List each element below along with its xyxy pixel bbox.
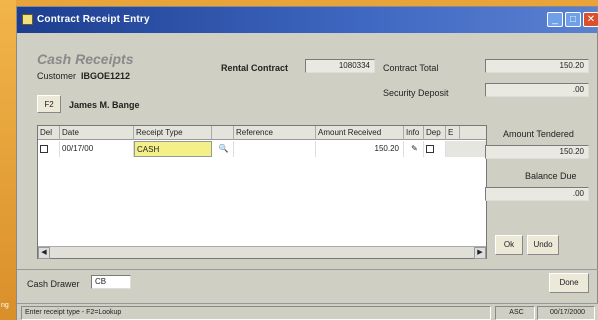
customer-name: James M. Bange — [69, 100, 140, 110]
minimize-icon[interactable]: _ — [547, 12, 563, 27]
window-title: Contract Receipt Entry — [37, 14, 150, 25]
rental-contract-field[interactable]: 1080334 — [305, 59, 375, 73]
customer-id: IBGOE1212 — [81, 71, 131, 81]
column-header-reference[interactable]: Reference — [234, 126, 316, 140]
column-header-receipt-type[interactable]: Receipt Type — [134, 126, 212, 140]
desktop-background — [0, 0, 16, 320]
del-checkbox[interactable] — [40, 144, 48, 153]
undo-button[interactable]: Undo — [527, 235, 559, 255]
contract-total-field: 150.20 — [485, 59, 589, 73]
status-mode: ASC — [495, 306, 535, 320]
del-checkbox-cell[interactable] — [38, 141, 60, 157]
amount-received-cell[interactable]: 150.20 — [316, 141, 404, 157]
info-note-icon[interactable]: ✎ — [404, 141, 424, 157]
column-header-info[interactable]: Info — [404, 126, 424, 140]
status-bar: Enter receipt type - F2=Lookup ASC 00/17… — [17, 303, 598, 320]
column-header-del[interactable]: Del — [38, 126, 60, 140]
cash-drawer-input[interactable]: CB — [91, 275, 131, 289]
contract-receipt-window: Contract Receipt Entry _ □ ✕ Cash Receip… — [16, 6, 598, 320]
customer-lookup-button[interactable]: F2 — [37, 95, 61, 113]
date-cell[interactable]: 00/17/00 — [60, 141, 134, 157]
horizontal-scrollbar[interactable]: ◀ ▶ — [38, 246, 486, 259]
page-title: Cash Receipts — [37, 51, 134, 67]
status-message: Enter receipt type - F2=Lookup — [21, 306, 491, 320]
grid-header: Del Date Receipt Type Reference Amount R… — [38, 126, 486, 140]
e-cell — [446, 141, 486, 157]
dep-checkbox[interactable] — [426, 144, 434, 153]
app-icon — [22, 14, 33, 25]
scroll-left-icon[interactable]: ◀ — [38, 247, 50, 259]
amount-tendered-label: Amount Tendered — [503, 129, 574, 139]
maximize-icon[interactable]: □ — [565, 12, 581, 27]
balance-due-field: .00 — [485, 187, 589, 201]
column-header-lookup — [212, 126, 234, 140]
column-header-amount-received[interactable]: Amount Received — [316, 126, 404, 140]
footer-divider — [17, 269, 598, 270]
dep-checkbox-cell[interactable] — [424, 141, 446, 157]
search-icon[interactable]: 🔍 — [212, 141, 234, 157]
receipts-grid: Del Date Receipt Type Reference Amount R… — [37, 125, 487, 259]
close-icon[interactable]: ✕ — [583, 12, 598, 27]
receipt-type-input[interactable]: CASH — [134, 141, 212, 157]
status-date: 00/17/2000 — [537, 306, 595, 320]
reference-cell[interactable] — [234, 141, 316, 157]
table-row[interactable]: 00/17/00 CASH 🔍 150.20 ✎ — [38, 140, 486, 158]
security-deposit-field: .00 — [485, 83, 589, 97]
column-header-date[interactable]: Date — [60, 126, 134, 140]
balance-due-label: Balance Due — [525, 171, 577, 181]
security-deposit-label: Security Deposit — [383, 88, 449, 98]
status-left-tag: ng — [1, 302, 9, 309]
amount-tendered-field: 150.20 — [485, 145, 589, 159]
column-header-dep[interactable]: Dep — [424, 126, 446, 140]
ok-button[interactable]: Ok — [495, 235, 523, 255]
column-header-e[interactable]: E — [446, 126, 460, 140]
scroll-right-icon[interactable]: ▶ — [474, 247, 486, 259]
cash-drawer-label: Cash Drawer — [27, 279, 80, 289]
contract-total-label: Contract Total — [383, 63, 439, 73]
customer-label: Customer — [37, 71, 77, 81]
title-bar[interactable]: Contract Receipt Entry _ □ ✕ — [17, 7, 598, 33]
rental-contract-label: Rental Contract — [221, 63, 289, 73]
done-button[interactable]: Done — [549, 273, 589, 293]
